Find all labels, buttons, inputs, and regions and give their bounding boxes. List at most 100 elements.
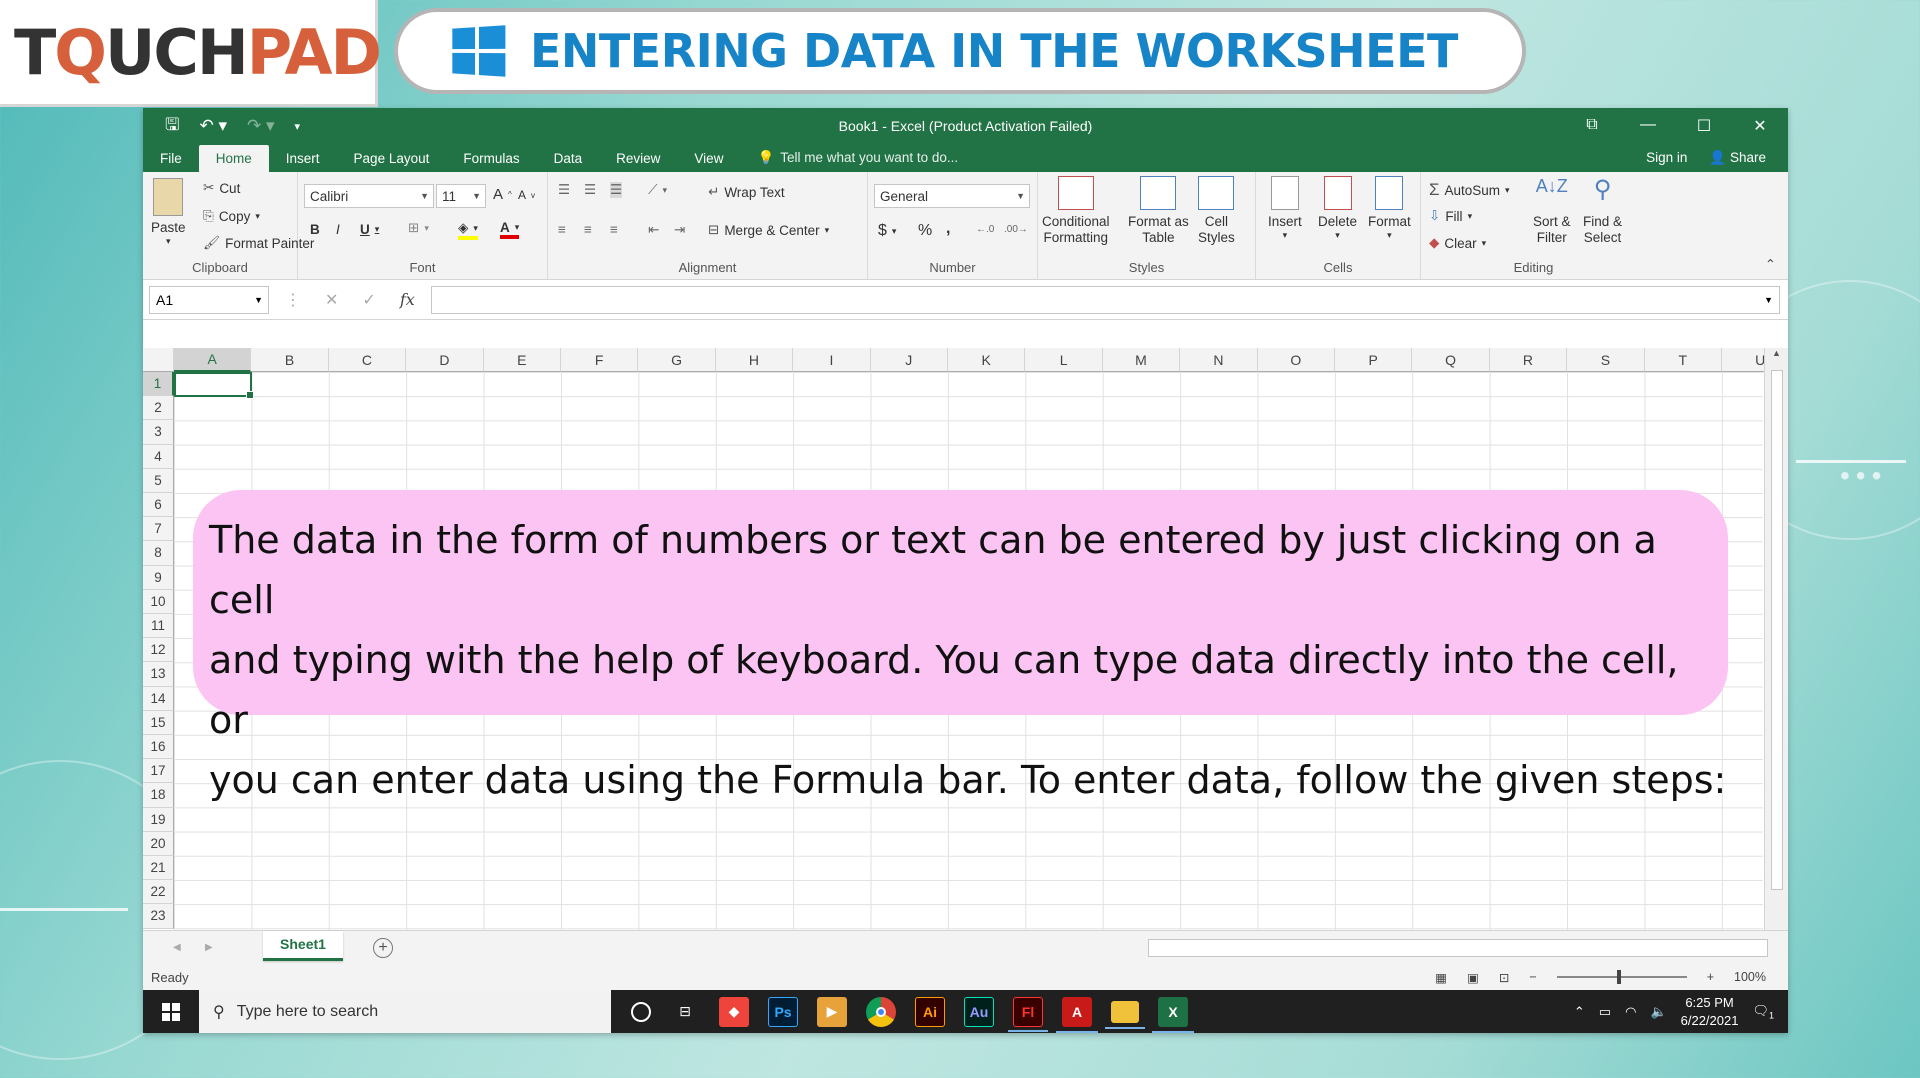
- column-header[interactable]: D: [406, 348, 484, 372]
- zoom-slider-knob[interactable]: [1616, 970, 1621, 984]
- customize-qat-icon[interactable]: ▾: [295, 120, 301, 133]
- decrease-decimal-icon[interactable]: .00→: [1004, 224, 1028, 235]
- zoom-level[interactable]: 100%: [1734, 970, 1766, 984]
- column-header[interactable]: B: [251, 348, 329, 372]
- column-header[interactable]: F: [561, 348, 639, 372]
- autosum-button[interactable]: Σ AutoSum ▾: [1429, 180, 1510, 200]
- chevron-up-icon[interactable]: ⌃: [1574, 1004, 1585, 1020]
- task-view-icon[interactable]: ⊟: [670, 997, 700, 1027]
- tab-home[interactable]: Home: [198, 145, 269, 172]
- copy-button[interactable]: ⎘ Copy ▾: [203, 208, 260, 224]
- row-header[interactable]: 15: [143, 710, 174, 735]
- column-header[interactable]: H: [715, 348, 794, 372]
- row-header[interactable]: 12: [143, 638, 174, 663]
- media-player-icon[interactable]: ▶: [817, 996, 847, 1027]
- sort-filter-button[interactable]: A↓Z Sort & Filter: [1533, 176, 1571, 246]
- cut-button[interactable]: ✂ Cut: [203, 180, 240, 196]
- middle-align-icon[interactable]: ☰: [584, 182, 596, 198]
- tab-view[interactable]: View: [677, 151, 740, 172]
- decrease-indent-icon[interactable]: ⇤: [648, 222, 659, 238]
- photoshop-icon[interactable]: Ps: [768, 996, 798, 1027]
- column-header[interactable]: G: [638, 348, 716, 372]
- column-header[interactable]: N: [1180, 348, 1258, 372]
- tab-formulas[interactable]: Formulas: [446, 151, 536, 172]
- borders-icon[interactable]: ⊞ ▾: [408, 220, 429, 236]
- format-cells-button[interactable]: Format ▾: [1368, 176, 1411, 241]
- redo-icon[interactable]: ↷ ▾: [247, 116, 275, 136]
- sheet-tab-sheet1[interactable]: Sheet1: [263, 930, 343, 961]
- column-header[interactable]: I: [793, 348, 871, 372]
- insert-cells-button[interactable]: Insert ▾: [1268, 176, 1302, 241]
- wifi-icon[interactable]: ◠: [1625, 1004, 1636, 1020]
- column-header[interactable]: J: [870, 348, 948, 372]
- comma-button[interactable]: ,: [946, 220, 950, 238]
- ribbon-display-options-icon[interactable]: ⧉: [1564, 116, 1620, 136]
- undo-icon[interactable]: ↶ ▾: [199, 116, 227, 136]
- tab-file[interactable]: File: [143, 151, 199, 172]
- row-header[interactable]: 4: [143, 444, 174, 469]
- column-header[interactable]: S: [1567, 348, 1645, 372]
- vertical-scrollbar[interactable]: ▲: [1764, 348, 1788, 930]
- minimize-button[interactable]: —: [1620, 116, 1676, 136]
- cell-styles-button[interactable]: Cell Styles: [1198, 176, 1235, 246]
- row-header[interactable]: 19: [143, 807, 174, 832]
- row-header[interactable]: 5: [143, 468, 174, 493]
- collapse-ribbon-icon[interactable]: ⌃: [1765, 257, 1788, 279]
- audition-icon[interactable]: Au: [964, 996, 994, 1027]
- row-header[interactable]: 22: [143, 880, 174, 905]
- taskbar-clock[interactable]: 6:25 PM 6/22/2021: [1681, 994, 1739, 1029]
- cancel-icon[interactable]: ✕: [325, 290, 338, 310]
- page-layout-view-icon[interactable]: ▣: [1467, 970, 1479, 985]
- align-right-icon[interactable]: ≡: [610, 222, 618, 237]
- sign-in-link[interactable]: Sign in: [1646, 150, 1687, 166]
- illustrator-icon[interactable]: Ai: [915, 996, 945, 1027]
- underline-button[interactable]: U ▾: [360, 222, 379, 237]
- file-explorer-icon[interactable]: [1105, 1000, 1145, 1029]
- decrease-font-icon[interactable]: Av: [518, 188, 535, 202]
- italic-button[interactable]: I: [336, 222, 340, 237]
- find-select-button[interactable]: ⚲ Find & Select: [1583, 176, 1622, 246]
- column-header[interactable]: M: [1102, 348, 1181, 372]
- scrollbar-thumb[interactable]: [1771, 370, 1783, 890]
- increase-decimal-icon[interactable]: ←.0: [976, 224, 994, 235]
- tab-review[interactable]: Review: [599, 151, 677, 172]
- column-header[interactable]: O: [1257, 348, 1335, 372]
- clear-button[interactable]: ◆ Clear ▾: [1429, 235, 1486, 251]
- row-header[interactable]: 16: [143, 735, 174, 760]
- paste-button[interactable]: Paste ▾: [151, 178, 186, 247]
- format-as-table-button[interactable]: Format as Table: [1128, 176, 1189, 246]
- zoom-out-icon[interactable]: −: [1529, 970, 1536, 984]
- zoom-slider[interactable]: [1556, 970, 1687, 984]
- row-header[interactable]: 8: [143, 541, 174, 566]
- bold-button[interactable]: B: [310, 222, 320, 237]
- increase-indent-icon[interactable]: ⇥: [674, 222, 685, 238]
- row-header[interactable]: 1: [143, 372, 174, 397]
- formula-input[interactable]: ▼: [430, 285, 1780, 314]
- column-header[interactable]: L: [1025, 348, 1103, 372]
- column-header[interactable]: Q: [1412, 348, 1490, 372]
- tab-page-layout[interactable]: Page Layout: [337, 151, 447, 172]
- scroll-left-icon[interactable]: ◀: [173, 942, 181, 953]
- battery-icon[interactable]: ▭: [1599, 1004, 1611, 1020]
- wrap-text-button[interactable]: ↵ Wrap Text: [708, 184, 785, 200]
- acrobat-icon[interactable]: A: [1056, 996, 1098, 1033]
- active-cell[interactable]: [174, 372, 254, 399]
- percent-button[interactable]: %: [918, 222, 932, 240]
- name-box[interactable]: A1 ▼: [149, 285, 269, 314]
- number-format-dropdown[interactable]: General ▼: [874, 184, 1030, 208]
- fill-button[interactable]: ⇩ Fill ▾: [1429, 208, 1472, 224]
- orientation-icon[interactable]: ⟋ ▾: [648, 182, 667, 198]
- conditional-formatting-button[interactable]: Conditional Formatting: [1042, 176, 1110, 246]
- row-header[interactable]: 11: [143, 614, 174, 639]
- row-header[interactable]: 3: [143, 420, 174, 445]
- row-header[interactable]: 9: [143, 565, 174, 590]
- column-header[interactable]: K: [948, 348, 1026, 372]
- zoom-in-icon[interactable]: +: [1707, 970, 1714, 984]
- maximize-button[interactable]: ☐: [1676, 116, 1732, 136]
- anydesk-icon[interactable]: ◆: [719, 996, 749, 1027]
- row-header[interactable]: 17: [143, 759, 174, 784]
- tell-me-box[interactable]: 💡 Tell me what you want to do...: [740, 150, 975, 172]
- increase-font-icon[interactable]: A ^: [493, 186, 512, 203]
- page-break-view-icon[interactable]: ⊡: [1499, 970, 1509, 985]
- select-all-corner[interactable]: [143, 348, 174, 372]
